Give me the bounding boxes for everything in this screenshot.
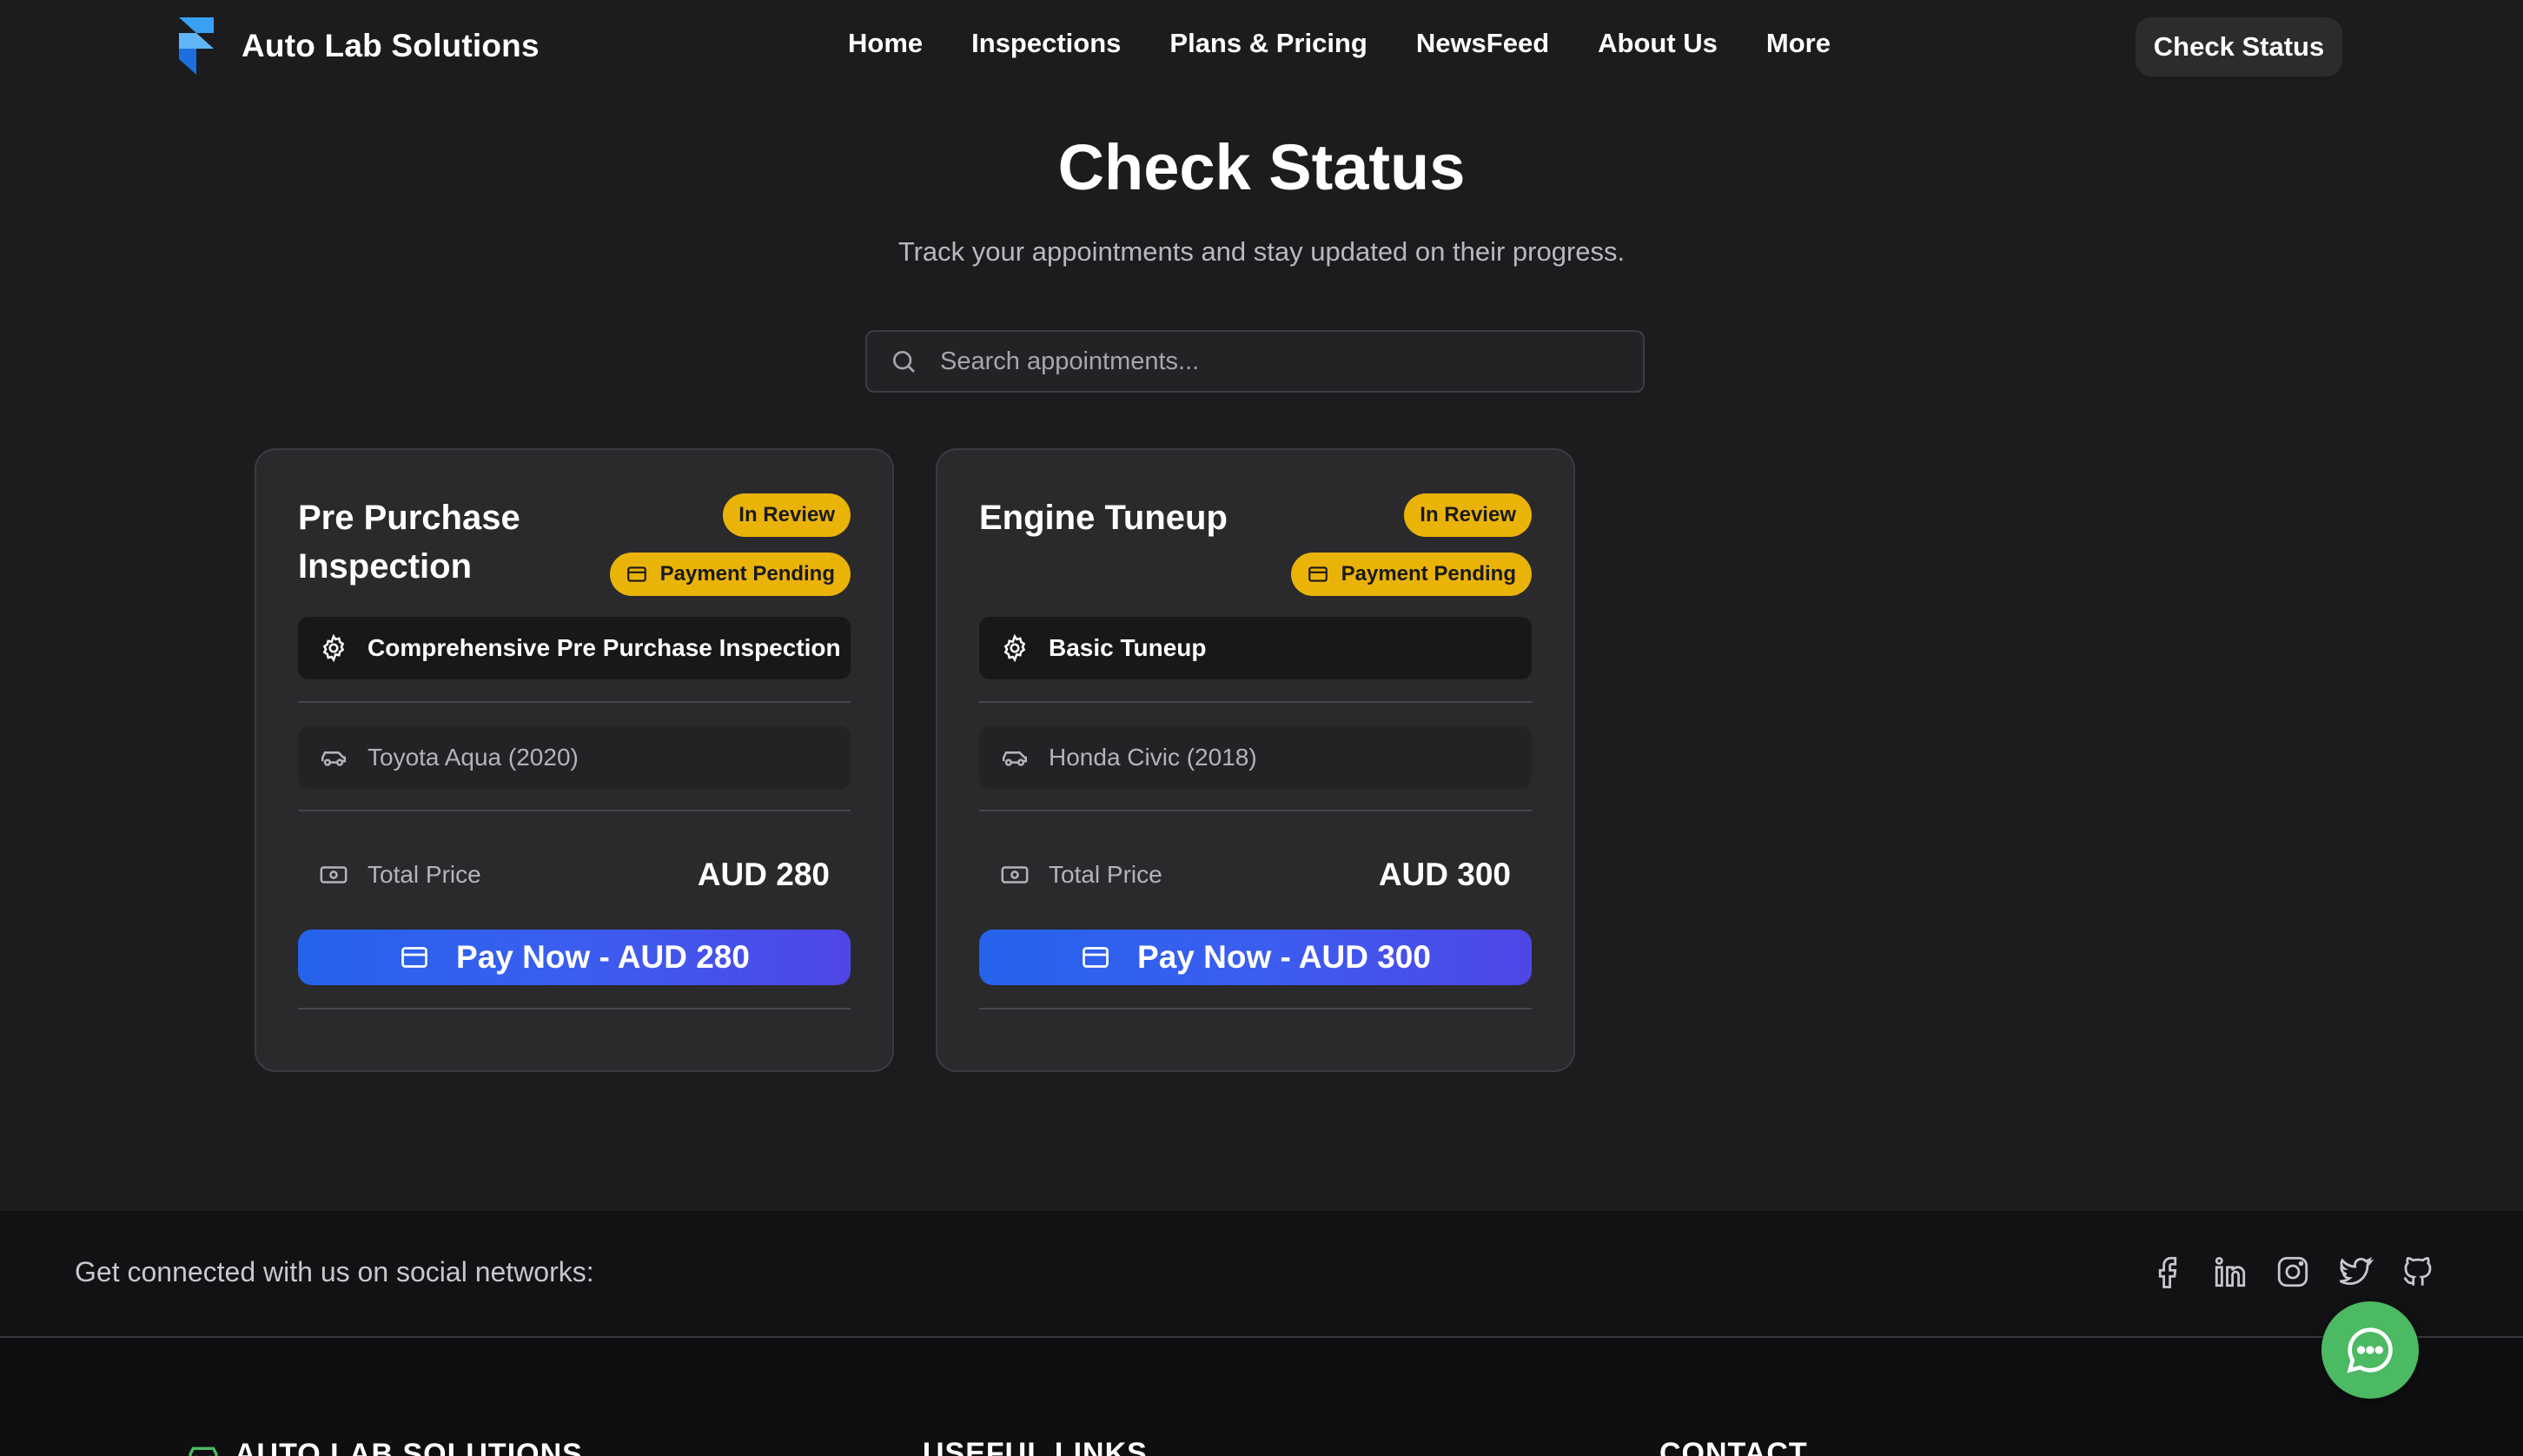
price-label: Total Price [319,860,481,890]
appointment-card: Pre Purchase Inspection In Review Paymen… [255,448,894,1072]
status-badge-label: In Review [738,503,835,526]
price-amount: AUD 300 [1378,857,1511,892]
gear-icon [1003,633,1026,663]
check-status-button[interactable]: Check Status [2136,17,2342,76]
divider [979,701,1532,703]
nav-more[interactable]: More [1766,28,1831,59]
appointment-card: Engine Tuneup In Review Payment Pending … [936,448,1575,1072]
social-text: Get connected with us on social networks… [75,1256,594,1287]
footer-col-contact-title: CONTACT [1659,1437,1808,1456]
divider [298,1008,851,1009]
service-row: Basic Tuneup [979,617,1532,679]
vehicle-name: Honda Civic (2018) [1049,744,1257,771]
github-icon[interactable] [2400,1249,2436,1294]
divider [979,1008,1532,1009]
framer-logo-icon [179,17,214,75]
footer-col-brand-title: AUTO LAB SOLUTIONS [235,1437,583,1456]
pay-now-button[interactable]: Pay Now - AUD 300 [979,930,1532,985]
nav-home[interactable]: Home [848,28,923,59]
cash-icon [1001,866,1029,884]
payment-badge-label: Payment Pending [1341,562,1516,586]
price-label: Total Price [1000,860,1162,890]
credit-card-icon [1083,947,1109,968]
brand[interactable]: Auto Lab Solutions [175,17,540,75]
pay-now-button[interactable]: Pay Now - AUD 280 [298,930,851,985]
divider [298,810,851,811]
service-name: Basic Tuneup [1049,634,1207,661]
nav-about-us[interactable]: About Us [1598,28,1718,59]
gear-icon [322,633,345,663]
footer-col-contact: CONTACT [1659,1437,1808,1456]
appointment-title: Engine Tuneup [979,499,1228,537]
footer-col-brand: AUTO LAB SOLUTIONS [186,1437,583,1456]
appointment-title: Pre Purchase Inspection [298,499,520,586]
credit-card-icon [626,566,646,582]
status-badge-label: In Review [1420,503,1516,526]
cash-icon [320,866,348,884]
page-subtitle: Track your appointments and stay updated… [897,236,1626,267]
search-box [865,330,1645,393]
footer-col-useful-links-title: USEFUL LINKS [923,1437,1148,1456]
top-navbar: Auto Lab Solutions Home Inspections Plan… [0,0,2523,96]
search-input[interactable] [940,347,1618,376]
service-row: Comprehensive Pre Purchase Inspection [298,617,851,679]
nav-inspections[interactable]: Inspections [971,28,1121,59]
price-label-text: Total Price [368,861,481,888]
divider [979,810,1532,811]
car-icon [1002,751,1028,766]
status-badge: In Review [723,493,851,537]
facebook-icon[interactable] [2149,1249,2186,1294]
chat-icon [2347,1327,2393,1373]
footer: AUTO LAB SOLUTIONS USEFUL LINKS CONTACT [0,1338,2523,1456]
car-icon [189,1446,218,1456]
linkedin-icon[interactable] [2212,1249,2248,1294]
price-amount: AUD 280 [697,857,830,892]
price-label-text: Total Price [1049,861,1162,888]
twitter-icon[interactable] [2337,1249,2374,1294]
divider [298,701,851,703]
chat-button[interactable] [2321,1301,2419,1399]
price-row: Total Price AUD 280 [298,844,851,905]
nav-plans-pricing[interactable]: Plans & Pricing [1169,28,1367,59]
social-bar: Get connected with us on social networks… [0,1211,2523,1338]
credit-card-icon [1308,566,1328,582]
nav-newsfeed[interactable]: NewsFeed [1416,28,1549,59]
payment-badge: Payment Pending [1290,553,1532,596]
brand-name: Auto Lab Solutions [242,28,540,63]
service-name: Comprehensive Pre Purchase Inspection [368,634,841,661]
page-title: Check Status [1057,131,1466,203]
car-icon [321,751,347,766]
footer-col-useful-links: USEFUL LINKS [923,1437,1148,1456]
vehicle-name: Toyota Aqua (2020) [368,744,579,771]
main-menu: Home Inspections Plans & Pricing NewsFee… [848,28,1831,59]
payment-badge-label: Payment Pending [659,562,835,586]
payment-badge: Payment Pending [609,553,851,596]
search-icon [893,351,915,373]
instagram-icon[interactable] [2275,1249,2311,1294]
vehicle-row: Honda Civic (2018) [979,726,1532,789]
price-row: Total Price AUD 300 [979,844,1532,905]
credit-card-icon [401,947,427,968]
pay-now-label: Pay Now - AUD 300 [1137,939,1431,975]
pay-now-label: Pay Now - AUD 280 [456,939,750,975]
social-icons [2149,1249,2436,1294]
status-badge: In Review [1404,493,1532,537]
vehicle-row: Toyota Aqua (2020) [298,726,851,789]
